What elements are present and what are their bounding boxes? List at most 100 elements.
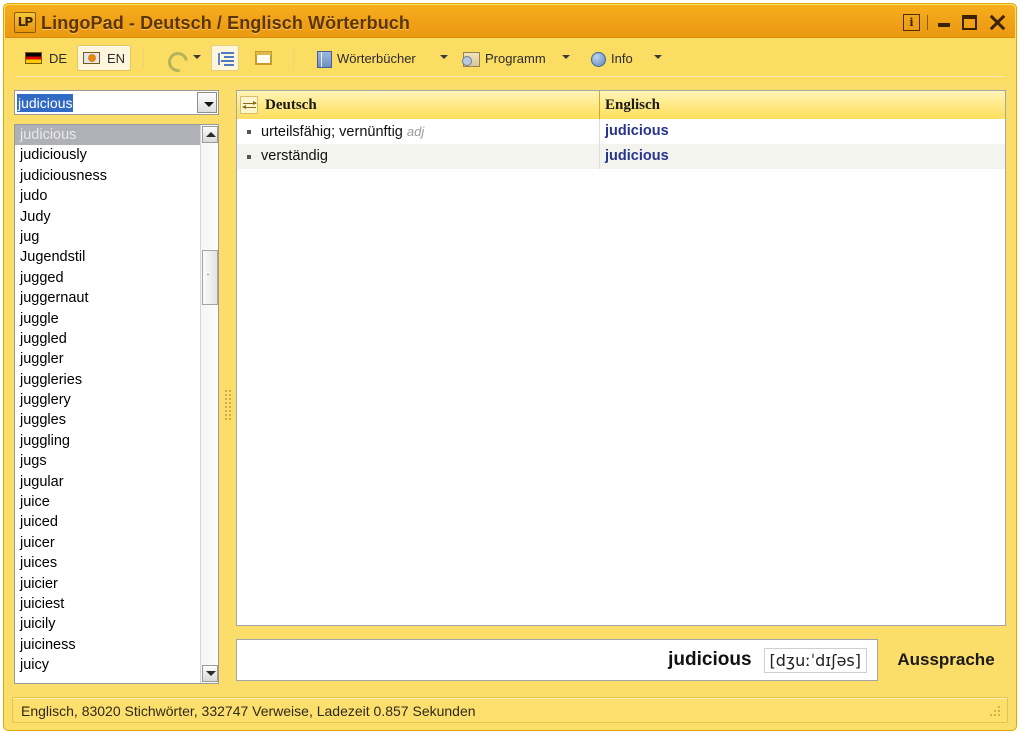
info-chevron-down-icon[interactable] — [654, 55, 662, 59]
list-item[interactable]: Judy — [15, 207, 200, 227]
list-item[interactable]: Jugendstil — [15, 247, 200, 267]
table-row[interactable]: verständig judicious — [237, 144, 1005, 169]
toolbar: DE EN Wörterbücher Programm Info — [5, 38, 1015, 82]
close-icon[interactable] — [989, 14, 1005, 30]
splitter-dot — [229, 390, 231, 392]
app-logo-icon: LP — [14, 12, 36, 33]
info-icon[interactable]: i — [903, 13, 920, 31]
list-item[interactable]: juice — [15, 492, 200, 512]
list-item[interactable]: jugs — [15, 451, 200, 471]
cell-deutsch: verständig — [261, 148, 328, 164]
refresh-icon[interactable] — [161, 45, 192, 76]
list-item[interactable]: judicious — [15, 125, 200, 146]
chevron-down-icon[interactable] — [197, 92, 217, 113]
list-item[interactable]: jugglery — [15, 390, 200, 410]
list-item[interactable]: juicy — [15, 655, 200, 675]
lingopad-window: LP LingoPad - Deutsch / Englisch Wörterb… — [3, 3, 1017, 731]
menu-woerterbuecher[interactable]: Wörterbücher — [311, 45, 422, 71]
word-list-items[interactable]: judicious judiciously judiciousness judo Jud… — [15, 125, 200, 683]
scrollbar-thumb[interactable] — [202, 250, 218, 305]
left-pane: judicious judicious judiciously judiciousn… — [14, 90, 222, 684]
window-icon[interactable] — [249, 45, 277, 71]
column-header-englisch[interactable]: Englisch — [605, 91, 660, 119]
splitter-dot — [229, 406, 231, 408]
splitter-dot — [229, 402, 231, 404]
list-item[interactable]: jugged — [15, 268, 200, 288]
menu-programm[interactable]: Programm — [457, 45, 552, 71]
grip-dot — [998, 714, 1000, 716]
list-item[interactable]: jugular — [15, 472, 200, 492]
scroll-down-icon[interactable] — [202, 665, 218, 682]
list-item[interactable]: judo — [15, 186, 200, 206]
part-of-speech: adj — [406, 124, 425, 139]
list-view-icon[interactable] — [211, 45, 239, 71]
window-controls: i — [903, 11, 1007, 33]
pronunciation-field: judicious [dʒuːˈdɪʃəs] — [236, 639, 878, 681]
list-item[interactable]: juggled — [15, 329, 200, 349]
lang-button-de[interactable]: DE — [19, 45, 73, 71]
list-item[interactable]: jug — [15, 227, 200, 247]
splitter-dot — [225, 414, 227, 416]
word-list-scrollbar[interactable] — [200, 125, 218, 683]
scroll-up-icon[interactable] — [202, 126, 218, 143]
list-item[interactable]: juicily — [15, 614, 200, 634]
bullet-icon — [247, 155, 251, 159]
splitter-dot — [225, 390, 227, 392]
refresh-dropdown-chevron-down-icon[interactable] — [193, 55, 201, 59]
woerterbuecher-chevron-down-icon[interactable] — [440, 55, 448, 59]
right-pane: Deutsch Englisch urteilsfähig; vernünfti… — [236, 90, 1006, 684]
column-header-deutsch[interactable]: Deutsch — [265, 91, 317, 119]
list-item[interactable]: juggleries — [15, 370, 200, 390]
splitter-dot — [225, 402, 227, 404]
resize-grip-icon[interactable] — [990, 706, 1003, 719]
grip-dot — [998, 706, 1000, 708]
list-item[interactable]: juiced — [15, 512, 200, 532]
splitter-dot — [229, 418, 231, 420]
list-item[interactable]: juicer — [15, 533, 200, 553]
toolbar-separator-1 — [143, 48, 144, 68]
list-item[interactable]: juggernaut — [15, 288, 200, 308]
results-table-body: urteilsfähig; vernünftig adj judicious vers… — [237, 119, 1005, 625]
search-input[interactable]: judicious — [14, 90, 219, 115]
pronunciation-bar: judicious [dʒuːˈdɪʃəs] Aussprache — [236, 639, 1006, 684]
cell-deutsch: urteilsfähig; vernünftig adj — [261, 124, 425, 140]
maximize-icon[interactable] — [962, 14, 977, 30]
toolbar-separator-2 — [293, 48, 294, 68]
menu-info[interactable]: Info — [585, 45, 639, 71]
table-row[interactable]: urteilsfähig; vernünftig adj judicious — [237, 119, 1005, 144]
pronunciation-word: judicious — [668, 649, 752, 670]
swap-columns-icon[interactable] — [240, 96, 258, 114]
title-bar: LP LingoPad - Deutsch / Englisch Wörterb… — [5, 5, 1015, 38]
list-item[interactable]: juiciest — [15, 594, 200, 614]
list-item[interactable]: juggle — [15, 309, 200, 329]
list-item[interactable]: juggler — [15, 349, 200, 369]
aussprache-button[interactable]: Aussprache — [886, 639, 1006, 681]
cell-divider — [599, 144, 600, 169]
splitter-dot — [225, 398, 227, 400]
programm-chevron-down-icon[interactable] — [562, 55, 570, 59]
list-item[interactable]: judiciousness — [15, 166, 200, 186]
list-item[interactable]: juicier — [15, 574, 200, 594]
splitter-dot — [229, 410, 231, 412]
lang-en-label: EN — [107, 50, 126, 66]
minimize-icon[interactable] — [937, 14, 951, 30]
german-flag-icon — [25, 52, 42, 64]
list-item[interactable]: juggling — [15, 431, 200, 451]
cell-englisch: judicious — [605, 123, 669, 139]
splitter-dot — [225, 394, 227, 396]
word-list[interactable]: judicious judiciously judiciousness judo Jud… — [14, 124, 219, 684]
list-item[interactable]: juggles — [15, 410, 200, 430]
column-divider — [599, 91, 600, 119]
menu-info-label: Info — [611, 50, 633, 66]
splitter-dot — [225, 410, 227, 412]
splitter-dot — [229, 398, 231, 400]
splitter-dot — [229, 414, 231, 416]
cell-englisch: judicious — [605, 148, 669, 164]
pane-splitter[interactable] — [224, 389, 232, 421]
grip-dot — [998, 710, 1000, 712]
lang-button-en[interactable]: EN — [77, 45, 132, 71]
list-item[interactable]: judiciously — [15, 145, 200, 165]
grip-dot — [990, 714, 992, 716]
list-item[interactable]: juices — [15, 553, 200, 573]
list-item[interactable]: juiciness — [15, 635, 200, 655]
